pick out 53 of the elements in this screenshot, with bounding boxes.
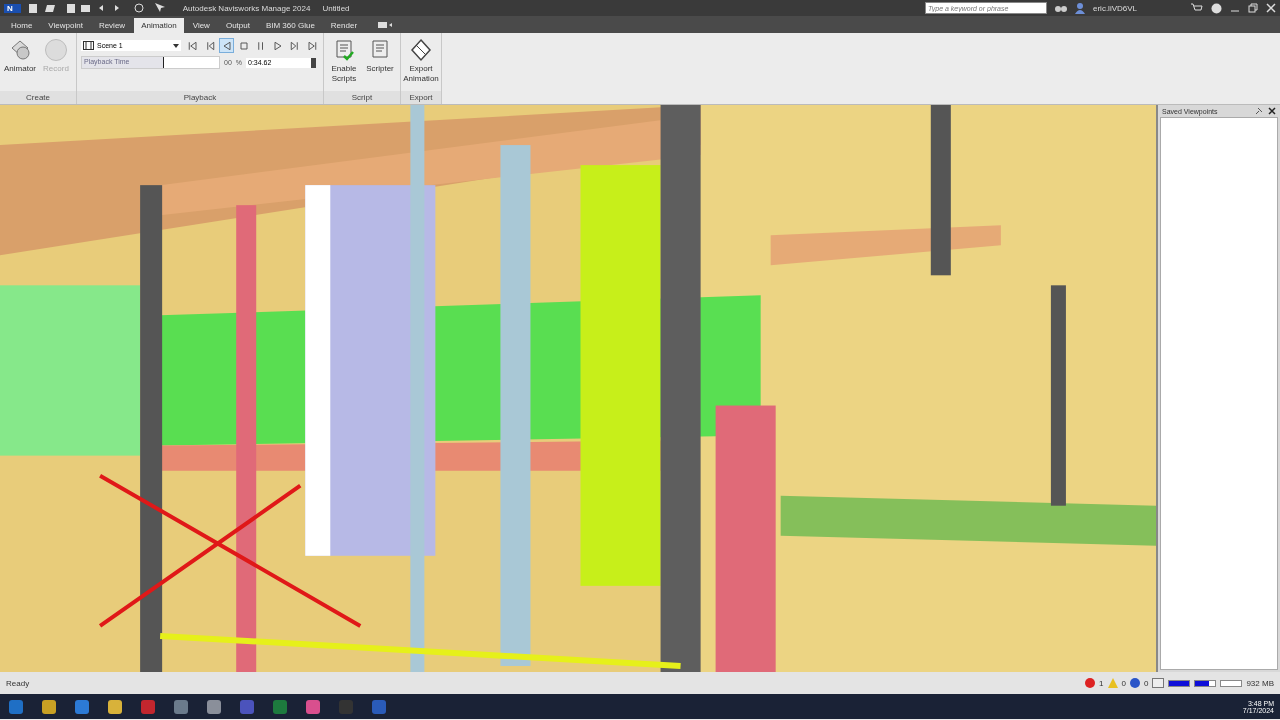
ribbon-tab[interactable]: Review [91,18,133,33]
camera-icon[interactable] [378,21,393,29]
taskbar-app-icon[interactable] [173,698,189,715]
close-icon[interactable] [1268,107,1276,115]
panel-title: Script [324,91,400,104]
ribbon-tab[interactable]: Home [4,18,40,33]
diamond-icon [409,38,433,62]
error-icon [1085,678,1096,688]
binoculars-icon[interactable] [1055,3,1067,13]
restore-icon[interactable] [1248,3,1258,13]
app-badge[interactable]: N [4,3,21,13]
warning-count: 0 [1121,678,1126,688]
animator-button[interactable]: Animator [4,38,36,91]
info-count: 0 [1143,678,1149,688]
user-icon[interactable] [1075,2,1085,14]
sheet-icon[interactable] [1152,678,1165,688]
play-reverse-button[interactable] [219,38,234,53]
cart-icon[interactable] [1191,3,1203,13]
taskbar-app-icon[interactable] [107,698,123,715]
pin-icon[interactable] [1255,107,1263,115]
ribbon-tab[interactable]: View [185,18,217,33]
panel-title: Playback [77,91,323,104]
warning-icon [1107,678,1118,688]
panel-title: Create [0,91,76,104]
last-icon [305,39,318,52]
first-icon [186,39,199,52]
caret-icon [173,43,179,48]
window-title: Autodesk Navisworks Manage 2024 [182,3,311,13]
scripter-button[interactable]: Scripter [364,38,396,91]
ribbon-tab[interactable]: Render [323,18,365,33]
error-count: 1 [1099,678,1104,688]
taskbar-app-icon[interactable] [206,698,222,715]
3d-model-drawing[interactable] [0,105,1156,672]
ribbon-tab[interactable]: Output [218,18,257,33]
ribbon-tab[interactable]: Animation [134,18,184,33]
taskbar-app-icon[interactable] [41,698,57,715]
user-name[interactable]: eric.liVD6VL [1093,3,1183,13]
record-icon [44,38,68,62]
panel-title: Export [401,91,441,104]
enable-scripts-button[interactable]: Enable Scripts [328,38,360,91]
taskbar-app-icon[interactable] [74,698,90,715]
status-text: Ready [6,678,30,688]
memory-usage: 932 MB [1246,678,1274,688]
info-icon [1129,678,1140,688]
document-name: Untitled [322,3,350,13]
film-icon [83,41,94,50]
stop-icon [237,39,250,52]
ribbon-tab[interactable]: Viewpoint [41,18,90,33]
export-animation-button[interactable]: Export Animation [405,38,437,91]
play-icon [271,39,284,52]
taskbar-app-icon[interactable] [305,698,321,715]
ribbon-tab[interactable]: BIM 360 Glue [258,18,322,33]
step-forward-icon [288,39,301,52]
